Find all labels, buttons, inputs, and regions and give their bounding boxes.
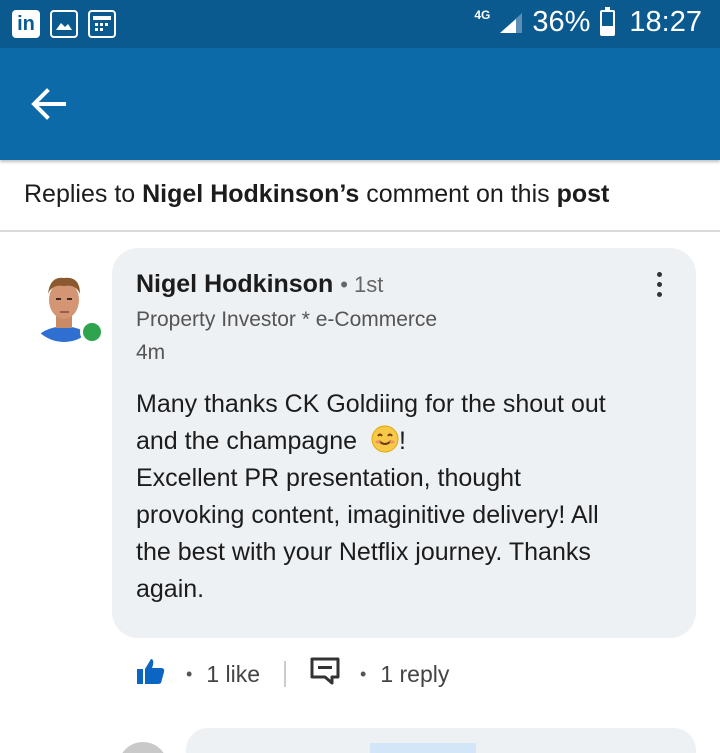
app-bar [0, 48, 720, 160]
connection-degree: • 1st [340, 272, 384, 297]
reply-author-badge [370, 743, 476, 753]
post-link[interactable]: post [557, 180, 610, 208]
linkedin-icon: in [12, 10, 40, 38]
like-icon[interactable] [136, 656, 166, 692]
calendar-icon [88, 10, 116, 38]
comment-bubble: Nigel Hodkinson • 1st Property Investor … [112, 248, 696, 638]
comment-author-name[interactable]: Nigel Hodkinson [136, 270, 333, 298]
clock: 18:27 [629, 6, 702, 38]
network-type: 4G [474, 7, 491, 22]
comment-author-row: Nigel Hodkinson • 1st [136, 270, 383, 299]
comment-text: Many thanks CK Goldiing for the shout ou… [136, 390, 606, 603]
reply-count[interactable]: 1 reply [380, 661, 449, 688]
battery-icon [600, 6, 616, 36]
page-title: Replies to Nigel Hodkinson’s comment on … [24, 180, 610, 208]
divider [284, 661, 287, 687]
status-bar: in 4G 36% 18:27 [0, 0, 720, 48]
divider [0, 230, 720, 232]
author-headline: Property Investor * e-Commerce [136, 308, 438, 331]
like-count[interactable]: 1 like [206, 661, 260, 688]
signal-icon [498, 11, 524, 35]
comment-timestamp: 4m [136, 341, 166, 364]
online-status-icon [80, 320, 104, 344]
comment-actions: • 1 like • 1 reply [136, 654, 449, 694]
smiling-emoji-icon [371, 425, 399, 453]
reply-avatar[interactable] [118, 742, 168, 753]
gallery-icon [50, 10, 78, 38]
author-link[interactable]: Nigel Hodkinson’s [142, 180, 359, 208]
reply-icon[interactable] [310, 657, 340, 691]
battery-percent: 36% [532, 6, 591, 38]
arrow-left-icon[interactable] [28, 84, 68, 124]
more-options-icon[interactable] [652, 272, 666, 304]
